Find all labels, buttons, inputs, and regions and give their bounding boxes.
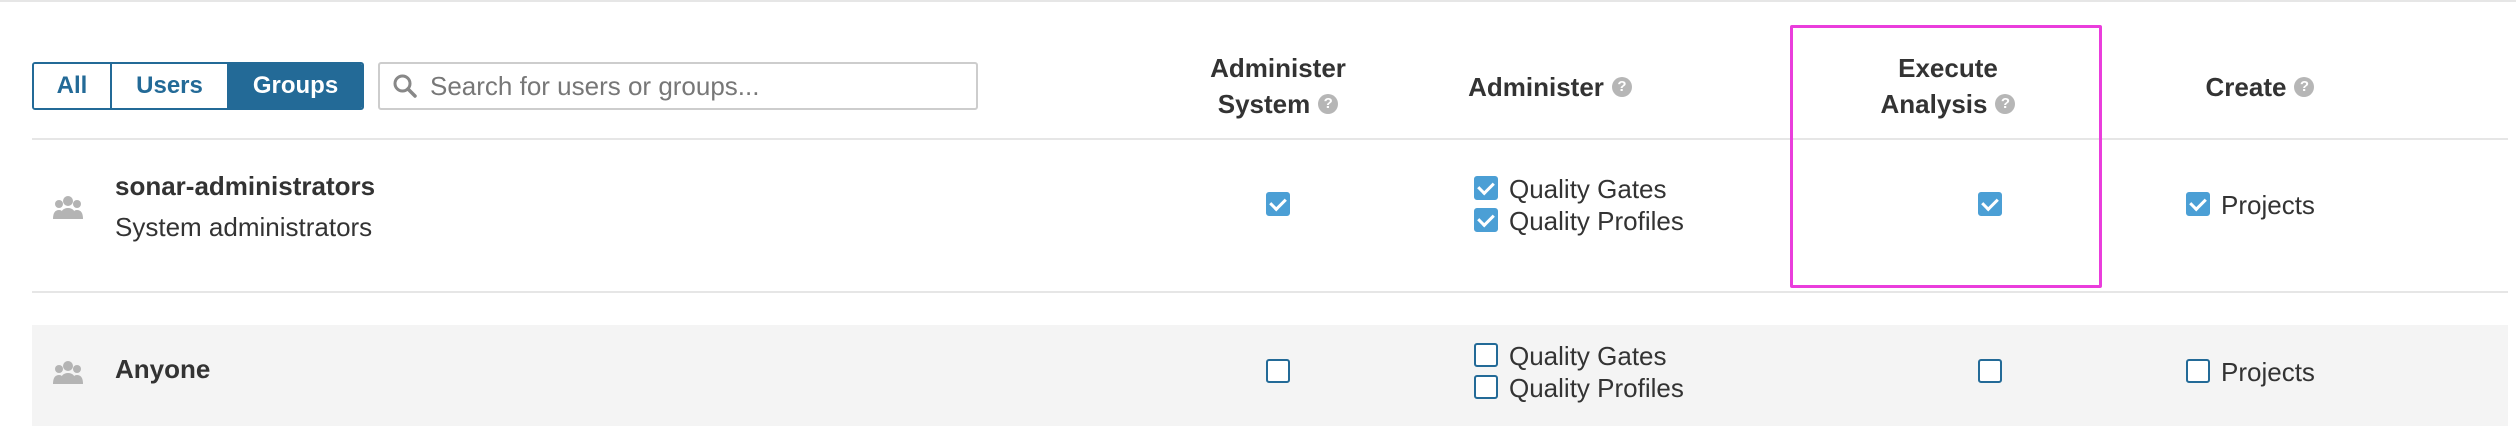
filter-users-button[interactable]: Users [110,64,227,108]
create-projects-checkbox[interactable] [2186,192,2210,216]
quality-profiles-label: Quality Profiles [1509,373,1684,403]
group-description: System administrators [115,212,373,242]
filter-groups-button[interactable]: Groups [227,64,362,108]
row-divider [32,291,2508,293]
column-header-administer-system: Administer System? [1128,50,1428,122]
header-divider [32,138,2508,140]
column-header-administer-label: Administer [1468,72,1604,102]
column-header-administer: Administer? [1400,69,1700,105]
quality-gates-label: Quality Gates [1509,174,1667,204]
quality-gates-label: Quality Gates [1509,341,1667,371]
column-header-create-label: Create [2205,72,2287,102]
help-icon[interactable]: ? [1318,94,1339,115]
column-header-administer-system-line1: Administer [1210,53,1346,83]
quality-profiles-checkbox[interactable] [1474,208,1498,232]
create-projects-label: Projects [2221,190,2315,220]
quality-profiles-label: Quality Profiles [1509,206,1684,236]
group-name: Anyone [115,354,211,384]
help-icon[interactable]: ? [2294,77,2315,98]
quality-gates-checkbox[interactable] [1474,176,1498,200]
group-icon [53,196,83,219]
quality-gates-checkbox[interactable] [1474,343,1498,367]
column-header-administer-system-line2: System [1217,89,1311,119]
create-projects-label: Projects [2221,357,2315,387]
help-icon[interactable]: ? [1611,77,1632,98]
administer-system-checkbox[interactable] [1266,359,1290,383]
quality-profiles-checkbox[interactable] [1474,375,1498,399]
execute-analysis-checkbox[interactable] [1978,359,2002,383]
filter-toggle: All Users Groups [32,62,364,110]
highlight-box [1790,25,2102,288]
search-box[interactable] [378,62,978,110]
create-projects-checkbox[interactable] [2186,359,2210,383]
filter-all-button[interactable]: All [34,64,110,108]
group-icon [53,361,83,384]
group-name: sonar-administrators [115,171,376,201]
administer-system-checkbox[interactable] [1266,192,1290,216]
search-input[interactable] [430,70,970,102]
top-divider [0,0,2516,2]
column-header-create: Create? [2110,69,2410,105]
search-icon [393,74,417,98]
